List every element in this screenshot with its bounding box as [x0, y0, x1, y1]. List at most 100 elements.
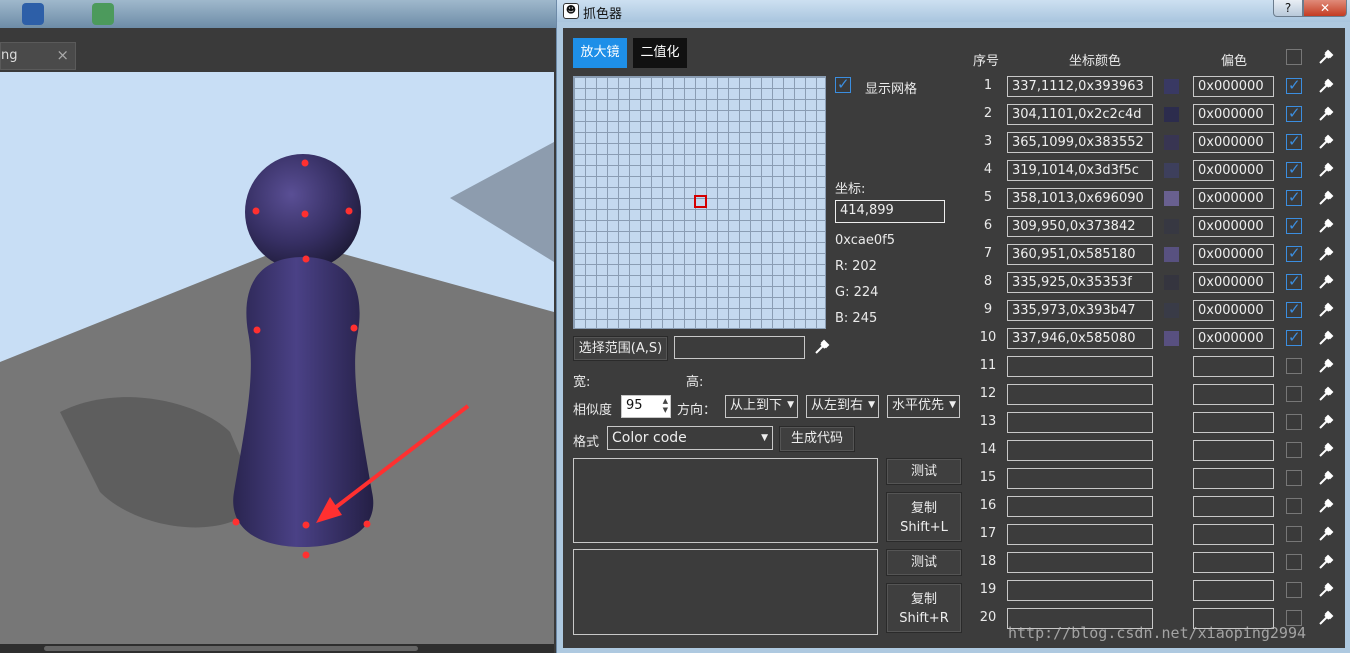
- eyedropper-icon[interactable]: [1317, 357, 1335, 375]
- coord-color-field[interactable]: [1007, 468, 1153, 489]
- coord-color-field[interactable]: 335,925,0x35353f: [1007, 272, 1153, 293]
- offset-field[interactable]: 0x000000: [1193, 104, 1274, 125]
- row-checkbox[interactable]: [1286, 498, 1302, 514]
- row-checkbox[interactable]: [1286, 526, 1302, 542]
- generate-code-button[interactable]: 生成代码: [779, 426, 855, 452]
- row-checkbox[interactable]: [1286, 272, 1302, 290]
- offset-field[interactable]: [1193, 440, 1274, 461]
- coord-color-field[interactable]: 337,1112,0x393963: [1007, 76, 1153, 97]
- direction-horizontal-select[interactable]: 从左到右 ▼: [806, 395, 879, 418]
- row-checkbox[interactable]: [1286, 76, 1302, 94]
- tab-close-icon[interactable]: ×: [56, 46, 69, 64]
- eyedropper-icon[interactable]: [1317, 385, 1335, 403]
- offset-field[interactable]: [1193, 356, 1274, 377]
- row-checkbox[interactable]: [1286, 160, 1302, 178]
- row-checkbox[interactable]: [1286, 554, 1302, 570]
- offset-field[interactable]: 0x000000: [1193, 300, 1274, 321]
- offset-field[interactable]: [1193, 580, 1274, 601]
- offset-field[interactable]: [1193, 552, 1274, 573]
- select-range-button[interactable]: 选择范围(A,S): [573, 336, 668, 361]
- coord-color-field[interactable]: [1007, 580, 1153, 601]
- offset-field[interactable]: 0x000000: [1193, 188, 1274, 209]
- copy-button-1[interactable]: 复制 Shift+L: [886, 492, 962, 542]
- offset-field[interactable]: 0x000000: [1193, 272, 1274, 293]
- offset-field[interactable]: 0x000000: [1193, 160, 1274, 181]
- app-icon-2[interactable]: [92, 3, 114, 25]
- offset-field[interactable]: [1193, 384, 1274, 405]
- magnifier-view[interactable]: [573, 76, 826, 329]
- eyedropper-icon[interactable]: [1317, 48, 1335, 66]
- row-checkbox[interactable]: [1286, 244, 1302, 262]
- coord-color-field[interactable]: 319,1014,0x3d3f5c: [1007, 160, 1153, 181]
- coord-color-field[interactable]: [1007, 440, 1153, 461]
- row-checkbox[interactable]: [1286, 300, 1302, 318]
- coord-color-field[interactable]: [1007, 384, 1153, 405]
- eyedropper-icon[interactable]: [1317, 441, 1335, 459]
- offset-field[interactable]: [1193, 496, 1274, 517]
- show-grid-checkbox[interactable]: [835, 75, 851, 93]
- eyedropper-icon[interactable]: [1317, 105, 1335, 123]
- test-button-1[interactable]: 测试: [886, 458, 962, 485]
- row-checkbox[interactable]: [1286, 188, 1302, 206]
- row-checkbox[interactable]: [1286, 132, 1302, 150]
- coord-color-field[interactable]: 304,1101,0x2c2c4d: [1007, 104, 1153, 125]
- document-tab[interactable]: ng ×: [0, 42, 76, 70]
- eyedropper-icon[interactable]: [1317, 553, 1335, 571]
- direction-vertical-select[interactable]: 从上到下 ▼: [725, 395, 798, 418]
- eyedropper-icon[interactable]: [1317, 581, 1335, 599]
- row-checkbox[interactable]: [1286, 414, 1302, 430]
- titlebar[interactable]: ☻ 抓色器 ? ✕: [557, 0, 1350, 22]
- eyedropper-icon[interactable]: [813, 338, 831, 356]
- eyedropper-icon[interactable]: [1317, 497, 1335, 515]
- copy-button-2[interactable]: 复制 Shift+R: [886, 583, 962, 633]
- row-checkbox[interactable]: [1286, 328, 1302, 346]
- close-button[interactable]: ✕: [1303, 0, 1347, 17]
- eyedropper-icon[interactable]: [1317, 133, 1335, 151]
- eyedropper-icon[interactable]: [1317, 77, 1335, 95]
- code-output-2[interactable]: [573, 549, 878, 635]
- row-checkbox[interactable]: [1286, 442, 1302, 458]
- eyedropper-icon[interactable]: [1317, 413, 1335, 431]
- offset-field[interactable]: 0x000000: [1193, 132, 1274, 153]
- eyedropper-icon[interactable]: [1317, 469, 1335, 487]
- row-checkbox[interactable]: [1286, 470, 1302, 486]
- priority-select[interactable]: 水平优先 ▼: [887, 395, 960, 418]
- coord-color-field[interactable]: [1007, 524, 1153, 545]
- row-checkbox[interactable]: [1286, 386, 1302, 402]
- eyedropper-icon[interactable]: [1317, 161, 1335, 179]
- coord-color-field[interactable]: [1007, 356, 1153, 377]
- offset-field[interactable]: [1193, 468, 1274, 489]
- coord-color-field[interactable]: 358,1013,0x696090: [1007, 188, 1153, 209]
- offset-field[interactable]: [1193, 524, 1274, 545]
- help-button[interactable]: ?: [1273, 0, 1303, 17]
- eyedropper-icon[interactable]: [1317, 273, 1335, 291]
- eyedropper-icon[interactable]: [1317, 329, 1335, 347]
- coord-color-field[interactable]: 337,946,0x585080: [1007, 328, 1153, 349]
- horizontal-scrollbar[interactable]: [0, 644, 554, 653]
- similarity-spinbox[interactable]: 95 ▲ ▼: [621, 395, 671, 418]
- coord-color-field[interactable]: 360,951,0x585180: [1007, 244, 1153, 265]
- offset-field[interactable]: 0x000000: [1193, 244, 1274, 265]
- row-checkbox[interactable]: [1286, 104, 1302, 122]
- coord-color-field[interactable]: [1007, 552, 1153, 573]
- row-checkbox[interactable]: [1286, 358, 1302, 374]
- coord-color-field[interactable]: 335,973,0x393b47: [1007, 300, 1153, 321]
- row-checkbox[interactable]: [1286, 216, 1302, 234]
- coord-color-field[interactable]: [1007, 496, 1153, 517]
- code-output-1[interactable]: [573, 458, 878, 543]
- offset-field[interactable]: [1193, 412, 1274, 433]
- eyedropper-icon[interactable]: [1317, 609, 1335, 627]
- tab-binarize[interactable]: 二值化: [633, 38, 687, 68]
- eyedropper-icon[interactable]: [1317, 301, 1335, 319]
- select-all-checkbox[interactable]: [1286, 49, 1302, 65]
- offset-field[interactable]: 0x000000: [1193, 76, 1274, 97]
- format-select[interactable]: Color code ▼: [607, 426, 773, 450]
- spinner-arrows-icon[interactable]: ▲ ▼: [663, 397, 668, 415]
- coord-input[interactable]: 414,899: [835, 200, 945, 223]
- coord-color-field[interactable]: [1007, 412, 1153, 433]
- range-input[interactable]: [674, 336, 805, 359]
- eyedropper-icon[interactable]: [1317, 525, 1335, 543]
- offset-field[interactable]: 0x000000: [1193, 328, 1274, 349]
- eyedropper-icon[interactable]: [1317, 217, 1335, 235]
- tab-magnifier[interactable]: 放大镜: [573, 38, 627, 68]
